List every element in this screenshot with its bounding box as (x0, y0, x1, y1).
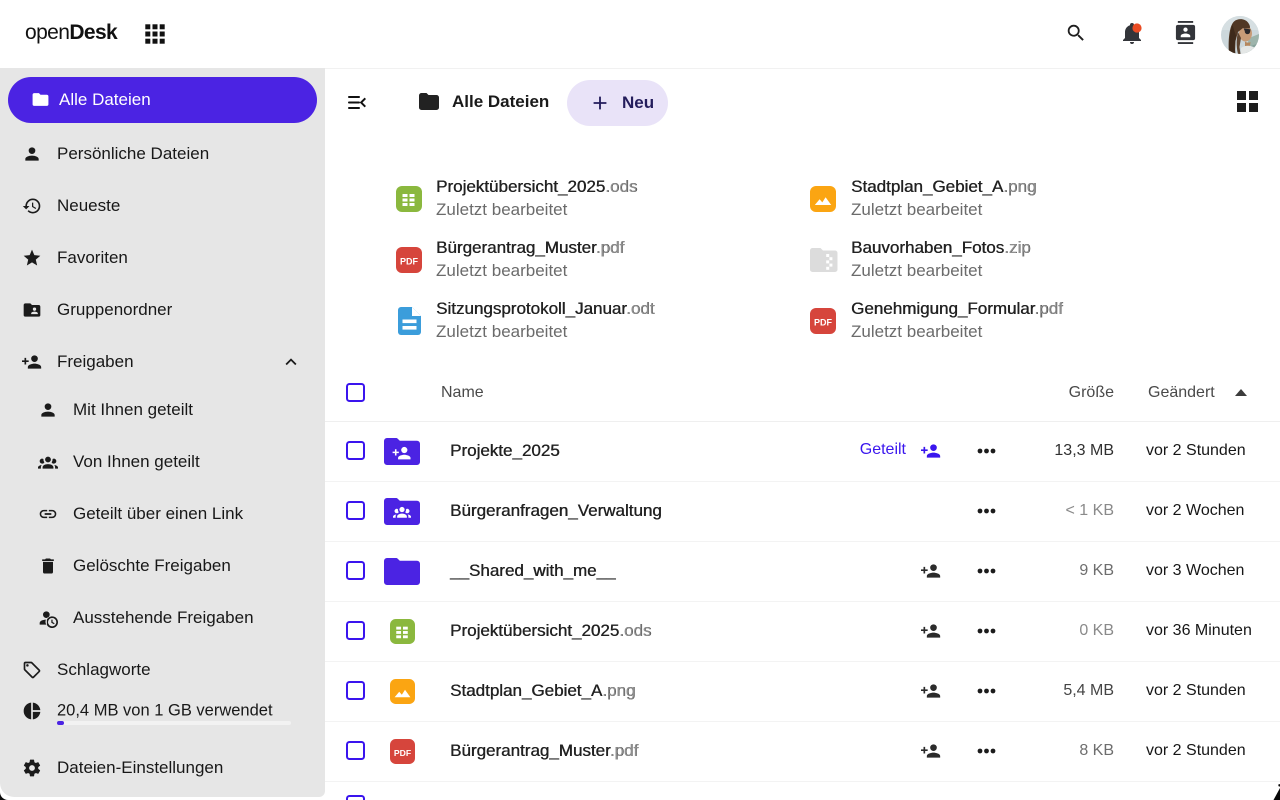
svg-text:PDF: PDF (400, 257, 419, 267)
svg-text:PDF: PDF (814, 318, 833, 328)
svg-text:PDF: PDF (394, 748, 411, 758)
